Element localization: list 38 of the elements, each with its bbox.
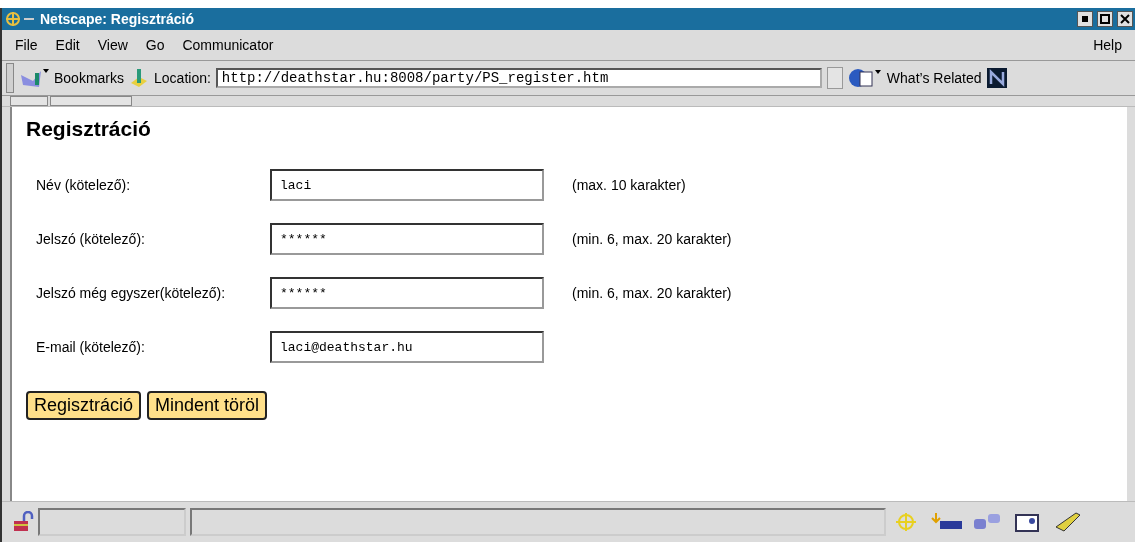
submit-button[interactable]: Regisztráció	[26, 391, 142, 420]
minimize-icon	[1082, 16, 1088, 22]
maximize-button[interactable]	[1097, 11, 1113, 27]
field-hint: (min. 6, max. 20 karakter)	[571, 231, 733, 247]
menu-item[interactable]: Edit	[46, 37, 89, 53]
toolbar-grip[interactable]	[6, 63, 14, 93]
field-hint: (max. 10 karakter)	[571, 177, 687, 193]
input-field[interactable]: ******	[270, 277, 544, 309]
padlock-icon	[12, 511, 34, 533]
field-label: E-mail (kötelező):	[35, 339, 146, 355]
menu-item[interactable]: Go	[136, 37, 174, 53]
input-field[interactable]: laci@deathstar.hu	[270, 331, 544, 363]
window-title: Netscape: Regisztráció	[40, 11, 196, 27]
menu-item[interactable]: Communicator	[173, 37, 283, 53]
wheel-icon	[4, 10, 36, 28]
menu-item[interactable]: File	[6, 37, 47, 53]
field-label: Jelszó (kötelező):	[35, 231, 146, 247]
toolbar-tab[interactable]	[50, 96, 132, 106]
maximize-icon	[1100, 14, 1110, 24]
location-label: Location:	[154, 70, 211, 86]
toolbar-tab[interactable]	[10, 96, 48, 106]
input-field[interactable]: laci	[270, 169, 544, 201]
field-label: Jelszó még egyszer(kötelező):	[35, 285, 227, 301]
close-button[interactable]	[1117, 11, 1133, 27]
netscape-logo-icon	[986, 68, 1007, 88]
page-heading: Regisztráció	[26, 117, 152, 141]
field-hint: (min. 6, max. 20 karakter)	[571, 285, 733, 301]
bookmarks-button[interactable]: Bookmarks	[54, 70, 125, 86]
globe-icon[interactable]	[847, 67, 882, 89]
minimize-button[interactable]	[1077, 11, 1093, 27]
input-field[interactable]: ******	[270, 223, 544, 255]
field-label: Név (kötelező):	[35, 177, 132, 193]
close-icon	[1120, 14, 1130, 24]
menu-item[interactable]: View	[88, 37, 137, 53]
location-field[interactable]: http://deathstar.hu:8008/party/PS_register.htm	[215, 68, 822, 88]
whats-related-button[interactable]: What’s Related	[886, 70, 982, 86]
reset-button[interactable]: Mindent töröl	[147, 391, 268, 420]
menu-item[interactable]: Help	[1084, 37, 1131, 53]
